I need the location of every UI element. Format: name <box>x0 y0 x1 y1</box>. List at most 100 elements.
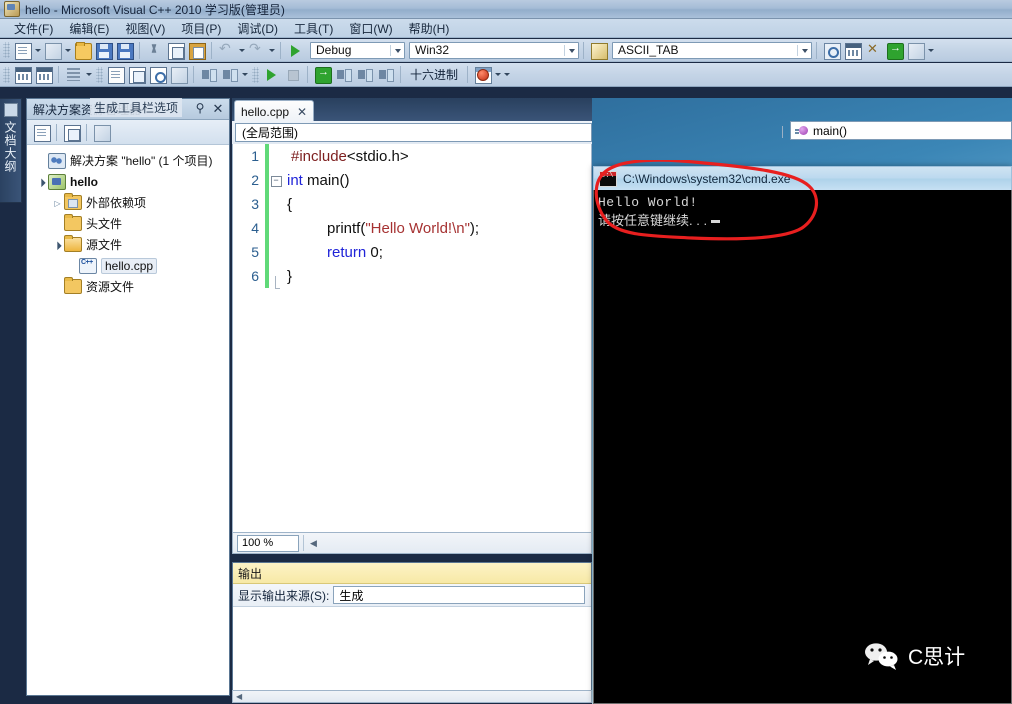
show-all-files-button[interactable] <box>62 123 81 142</box>
menu-item-debug[interactable]: 调试(D) <box>229 19 286 38</box>
menu-item-edit[interactable]: 编辑(E) <box>61 19 117 38</box>
console-title-bar: C:\Windows\system32\cmd.exe <box>593 166 1012 190</box>
console-window[interactable]: C:\Windows\system32\cmd.exe Hello World!… <box>593 166 1012 704</box>
toolbar-grip[interactable] <box>3 66 10 83</box>
properties-button[interactable] <box>32 123 51 142</box>
expander-closed-icon[interactable] <box>51 198 64 208</box>
stop-debugging-button[interactable] <box>283 65 302 84</box>
new-item-button[interactable] <box>43 41 62 60</box>
new-project-dropdown-icon[interactable] <box>33 41 42 60</box>
step-over-button[interactable] <box>355 65 374 84</box>
scope-combo[interactable]: (全局范围) <box>235 123 592 142</box>
uncomment-icon <box>150 67 167 84</box>
dependencies-folder-icon <box>64 193 82 210</box>
editor-overflow-icon[interactable] <box>240 65 249 84</box>
output-source-combo[interactable]: 生成 <box>333 586 586 604</box>
copy-button[interactable] <box>166 41 185 60</box>
text-editor-button[interactable] <box>106 65 125 84</box>
close-icon[interactable]: ✕ <box>211 101 225 116</box>
start-debug-button[interactable] <box>286 41 305 60</box>
expander-open-icon[interactable] <box>35 177 48 187</box>
paste-button[interactable] <box>187 41 206 60</box>
toolbar-overflow-icon[interactable] <box>926 41 935 60</box>
comment-button[interactable] <box>127 65 146 84</box>
rebuild-button[interactable] <box>34 65 53 84</box>
menu-item-file[interactable]: 文件(F) <box>6 19 61 38</box>
step-out-button[interactable] <box>376 65 395 84</box>
symbol-combo[interactable]: ASCII_TAB <box>612 41 812 59</box>
tree-item-resource-files[interactable]: 资源文件 <box>27 276 229 297</box>
toolbar-grip[interactable] <box>3 42 10 58</box>
zoom-value: 100 % <box>242 537 274 549</box>
find-symbol-button[interactable] <box>589 41 608 60</box>
tree-item-header-files[interactable]: 头文件 <box>27 213 229 234</box>
properties-window-button[interactable] <box>843 41 862 60</box>
increase-indent-button[interactable] <box>199 65 218 84</box>
tree-item-solution[interactable]: 解决方案 "hello" (1 个项目) <box>27 150 229 171</box>
save-all-button[interactable] <box>115 41 134 60</box>
pin-icon[interactable]: ⚲ <box>193 101 207 116</box>
toolbar-grip[interactable] <box>252 66 259 83</box>
tree-item-source-files[interactable]: 源文件 <box>27 234 229 255</box>
show-next-statement-button[interactable] <box>313 65 332 84</box>
redo-button[interactable] <box>247 40 266 60</box>
redo-dropdown-icon[interactable] <box>267 41 276 60</box>
navbar-divider <box>782 126 783 138</box>
zoom-combo[interactable]: 100 % <box>237 534 299 552</box>
configuration-combo[interactable]: Debug <box>310 41 405 59</box>
tree-item-hello-cpp[interactable]: hello.cpp <box>27 255 229 276</box>
undo-dropdown-icon[interactable] <box>237 41 246 60</box>
member-combo[interactable]: main() <box>790 121 1012 140</box>
cut-button[interactable] <box>145 41 164 60</box>
toolbar-grip[interactable] <box>96 66 103 83</box>
menu-item-tools[interactable]: 工具(T) <box>286 19 341 38</box>
scroll-left-icon[interactable]: ◀ <box>310 538 317 549</box>
new-item-dropdown-icon[interactable] <box>63 41 72 60</box>
solution-explorer-button[interactable] <box>822 41 841 60</box>
output-text-area[interactable] <box>233 607 591 695</box>
navigate-button[interactable] <box>885 41 904 60</box>
console-output-area[interactable]: Hello World! 请按任意键继续. . . <box>593 190 1012 704</box>
decrease-indent-button[interactable] <box>220 65 239 84</box>
start-debugging-button[interactable] <box>262 65 281 84</box>
debug-windows-button[interactable] <box>473 65 493 84</box>
document-outline-tab[interactable]: 文档大纲 <box>0 98 22 203</box>
new-project-button[interactable] <box>13 41 32 60</box>
expander-open-icon[interactable] <box>51 240 64 250</box>
debug-windows-dropdown-icon[interactable] <box>493 65 502 84</box>
menu-item-window[interactable]: 窗口(W) <box>341 19 400 38</box>
output-source-row: 显示输出来源(S): 生成 <box>233 584 591 607</box>
font-button[interactable] <box>169 65 188 84</box>
menu-item-project[interactable]: 项目(P) <box>173 19 229 38</box>
save-button[interactable] <box>94 41 113 60</box>
toolbox-button[interactable] <box>864 41 883 60</box>
output-horizontal-scrollbar[interactable]: ◀ <box>232 690 592 703</box>
close-icon[interactable]: ✕ <box>297 105 307 119</box>
copy-icon <box>168 42 185 60</box>
object-browser-button[interactable] <box>906 41 925 60</box>
visual-studio-icon <box>4 1 20 17</box>
tree-item-project-hello[interactable]: hello <box>27 171 229 192</box>
fold-column[interactable]: − <box>269 174 283 187</box>
code-line: 5 return 0; <box>233 240 591 264</box>
hex-display-label[interactable]: 十六进制 <box>405 66 463 83</box>
build-overflow-icon[interactable] <box>84 65 93 84</box>
code-token: printf( <box>327 219 366 237</box>
scroll-left-icon[interactable]: ◀ <box>236 692 242 701</box>
build-solution-button[interactable] <box>13 65 32 84</box>
uncomment-button[interactable] <box>148 65 167 84</box>
undo-button[interactable] <box>217 40 236 60</box>
line-number: 1 <box>251 148 259 164</box>
menu-item-help[interactable]: 帮助(H) <box>401 19 458 38</box>
open-file-button[interactable] <box>73 41 92 60</box>
view-code-button[interactable] <box>92 123 111 142</box>
tab-hello-cpp[interactable]: hello.cpp ✕ <box>234 100 315 122</box>
debug-overflow-icon[interactable] <box>502 65 511 84</box>
platform-combo[interactable]: Win32 <box>409 41 579 59</box>
menu-item-view[interactable]: 视图(V) <box>117 19 173 38</box>
build-config-button[interactable] <box>64 65 83 84</box>
code-text-area[interactable]: 1 #include<stdio.h> 2 − int main() 3 { 4… <box>232 144 592 532</box>
step-into-button[interactable] <box>334 65 353 84</box>
collapse-icon[interactable]: − <box>270 175 282 187</box>
tree-item-external-dependencies[interactable]: 外部依赖项 <box>27 192 229 213</box>
